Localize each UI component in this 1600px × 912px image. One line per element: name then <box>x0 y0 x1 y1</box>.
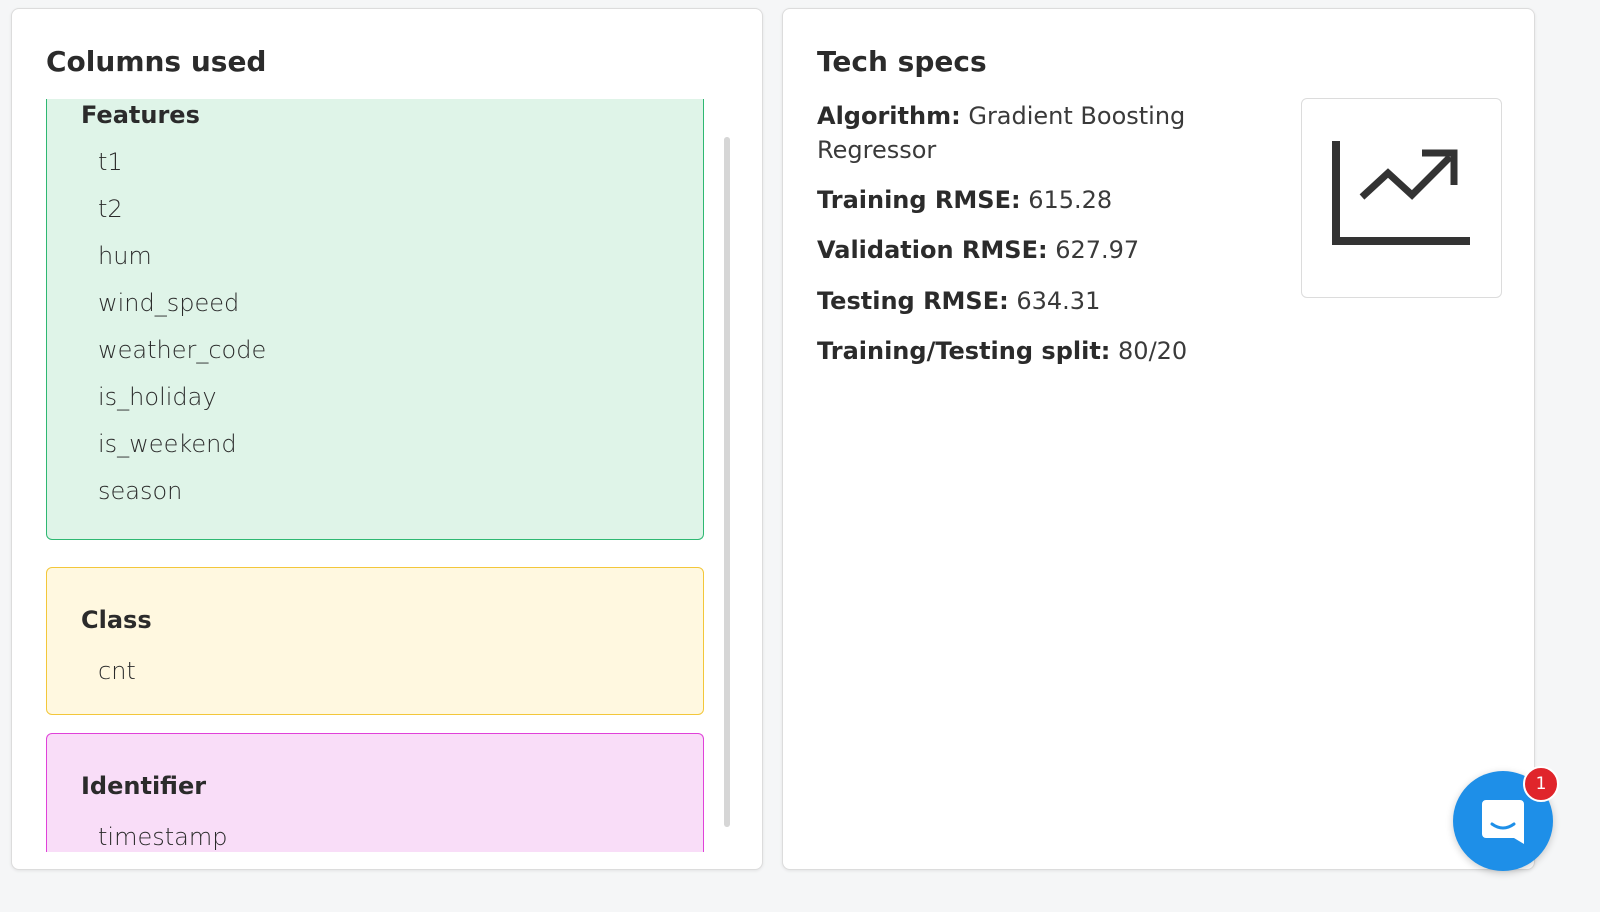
features-group: Features t1 t2 hum wind_speed weather_co… <box>46 99 704 540</box>
testing-rmse-value: 634.31 <box>1016 287 1101 315</box>
testing-rmse-spec: Testing RMSE: 634.31 <box>817 284 1100 318</box>
training-rmse-spec: Training RMSE: 615.28 <box>817 183 1112 217</box>
scrollbar-thumb[interactable] <box>724 137 730 827</box>
identifier-group: Identifier timestamp <box>46 733 704 852</box>
algorithm-label: Algorithm: <box>817 102 961 130</box>
training-rmse-value: 615.28 <box>1028 186 1113 214</box>
list-item: weather_code <box>98 336 267 364</box>
list-item: t1 <box>98 148 123 176</box>
list-item: is_holiday <box>98 383 217 411</box>
split-spec: Training/Testing split: 80/20 <box>817 334 1187 368</box>
validation-rmse-spec: Validation RMSE: 627.97 <box>817 233 1139 267</box>
class-group: Class cnt <box>46 567 704 715</box>
vertical-scrollbar[interactable] <box>724 137 730 827</box>
columns-used-panel: Columns used Features t1 t2 hum wind_spe… <box>11 8 763 870</box>
class-list: cnt <box>98 654 136 701</box>
columns-used-title: Columns used <box>46 45 267 78</box>
tech-specs-panel: Tech specs Algorithm: Gradient Boosting … <box>782 8 1535 870</box>
trending-up-chart-icon <box>1332 141 1470 245</box>
identifier-title: Identifier <box>81 772 207 800</box>
list-item: t2 <box>98 195 123 223</box>
testing-rmse-label: Testing RMSE: <box>817 287 1009 315</box>
algorithm-icon-card <box>1301 98 1502 298</box>
features-list: t1 t2 hum wind_speed weather_code is_hol… <box>98 145 266 521</box>
algorithm-spec: Algorithm: Gradient Boosting Regressor <box>817 99 1237 167</box>
validation-rmse-value: 627.97 <box>1055 236 1140 264</box>
notification-badge: 1 <box>1523 766 1559 802</box>
tech-specs-title: Tech specs <box>817 45 987 78</box>
class-title: Class <box>81 606 152 634</box>
list-item: cnt <box>98 657 136 685</box>
list-item: hum <box>98 242 152 270</box>
list-item: season <box>98 477 183 505</box>
validation-rmse-label: Validation RMSE: <box>817 236 1048 264</box>
list-item: is_weekend <box>98 430 237 458</box>
identifier-list: timestamp <box>98 820 227 852</box>
columns-scroll-area[interactable]: Features t1 t2 hum wind_speed weather_co… <box>46 99 706 852</box>
list-item: timestamp <box>98 823 228 851</box>
features-title: Features <box>81 101 200 129</box>
training-rmse-label: Training RMSE: <box>817 186 1021 214</box>
list-item: wind_speed <box>98 289 240 317</box>
split-value: 80/20 <box>1118 337 1188 365</box>
chat-bubble-icon <box>1482 800 1524 844</box>
split-label: Training/Testing split: <box>817 337 1111 365</box>
